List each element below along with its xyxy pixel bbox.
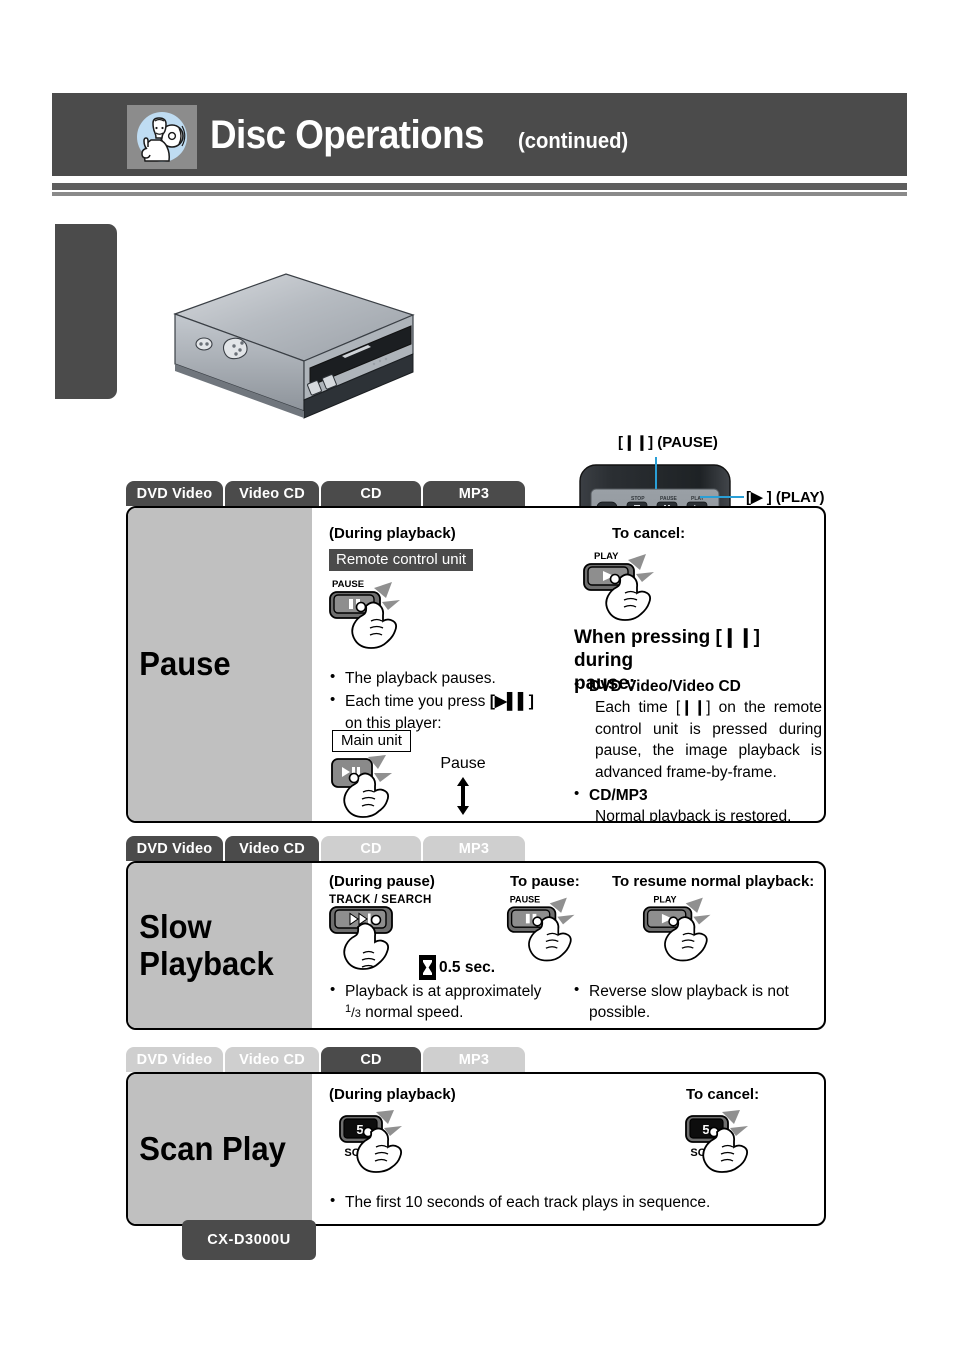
pause-note-item-2-text: Normal playback is restored. xyxy=(595,808,792,823)
panel-slow-body: (During pause) TRACK / SEARCH 0.5 sec. •… xyxy=(312,863,824,1028)
section-title-slow-playback: Slow Playback xyxy=(128,907,274,983)
tab-cd[interactable]: CD xyxy=(321,1047,421,1072)
scan-cancel-button-illustration[interactable]: 5 SCAN xyxy=(684,1110,780,1193)
remote-control-unit-label: Remote control unit xyxy=(329,549,474,571)
scan-col1-heading: (During playback) xyxy=(329,1086,456,1103)
slow-bullet-1: Playback is at approximately 1/3 normal … xyxy=(330,980,560,1024)
header-rule-thin xyxy=(52,192,907,196)
tab-mp3[interactable]: MP3 xyxy=(423,836,525,861)
pause-playback-toggle: Pause Playback xyxy=(420,755,506,821)
scan-note-text: The first 10 seconds of each track plays… xyxy=(330,1191,790,1213)
slow-bullets: Playback is at approximately 1/3 normal … xyxy=(330,980,560,1026)
svg-text:PLAY: PLAY xyxy=(594,551,619,562)
person-pointing-disc-icon xyxy=(127,105,197,169)
illustration-area: [ ▶❙❙ ] xyxy=(0,205,954,667)
tab-mp3[interactable]: MP3 xyxy=(423,481,525,506)
slow-play-button-illustration[interactable]: PLAY xyxy=(640,891,740,976)
panel-slow-title-area: Slow Playback xyxy=(128,863,312,1028)
hourglass-icon xyxy=(419,955,436,980)
scan-col2-heading: To cancel: xyxy=(686,1086,760,1103)
scan-note: The first 10 seconds of each track plays… xyxy=(330,1191,790,1215)
section-title-pause: Pause xyxy=(139,645,231,683)
play-button-illustration[interactable]: PLAY xyxy=(580,548,685,635)
panel-pause: Pause (During playback) Remote control u… xyxy=(126,506,826,823)
tab-mp3[interactable]: MP3 xyxy=(423,1047,525,1072)
toggle-label-pause: Pause xyxy=(440,755,486,772)
pause-note-item-2-title: CD/MP3 xyxy=(589,786,648,804)
tabs-slow-playback: DVD Video Video CD CD MP3 xyxy=(126,836,826,861)
section-title-slow-line2: Playback xyxy=(139,944,274,982)
pause-button-illustration[interactable]: PAUSE xyxy=(326,576,431,663)
svg-text:PLAY: PLAY xyxy=(653,894,676,904)
callout-pause-label: [❙❙] (PAUSE) xyxy=(618,434,718,451)
main-unit-play-pause-illustration[interactable] xyxy=(326,755,426,821)
panel-scan-title-area: Scan Play xyxy=(128,1074,312,1224)
page-title-main: Disc Operations xyxy=(210,113,484,157)
pause-bullet-2: Each time you press [▶▌▌]on this player: xyxy=(330,690,560,734)
slow-col1-heading: (During pause) xyxy=(329,873,435,890)
slow-pause-button-illustration[interactable]: PAUSE xyxy=(504,891,604,976)
pause-col2-heading: To cancel: xyxy=(612,525,686,542)
double-arrow-icon xyxy=(457,777,469,815)
tab-video-cd[interactable]: Video CD xyxy=(225,481,319,506)
tab-dvd-video[interactable]: DVD Video xyxy=(126,1047,223,1072)
pause-bullets: The playback pauses. Each time you press… xyxy=(330,667,560,736)
slow-bullet-1-tail: normal speed. xyxy=(360,1004,464,1022)
tab-video-cd[interactable]: Video CD xyxy=(225,836,319,861)
page-header: Disc Operations (continued) xyxy=(52,93,907,176)
panel-pause-title-area: Pause xyxy=(128,508,312,821)
section-title-slow-line1: Slow xyxy=(139,907,212,945)
slow-note-text: Reverse slow playback is not possible. xyxy=(574,980,814,1024)
page-title: Disc Operations (continued) xyxy=(210,113,638,158)
page-title-continued: (continued) xyxy=(517,128,628,153)
panel-slow-playback: Slow Playback (During pause) TRACK / SEA… xyxy=(126,861,826,1030)
main-unit-illustration xyxy=(128,260,418,450)
slow-col3-heading: To resume normal playback: xyxy=(612,873,815,890)
panel-scan-play: Scan Play (During playback) 5 SCAN xyxy=(126,1072,826,1226)
svg-text:5: 5 xyxy=(356,1122,363,1137)
tab-dvd-video[interactable]: DVD Video xyxy=(126,481,223,506)
main-unit-label: Main unit xyxy=(332,730,411,752)
svg-text:5: 5 xyxy=(702,1122,709,1137)
tab-cd[interactable]: CD xyxy=(321,836,421,861)
scan-button-illustration[interactable]: 5 SCAN xyxy=(338,1110,434,1193)
svg-text:PAUSE: PAUSE xyxy=(332,579,364,590)
pause-note-item-1: DVD Video/Video CD Each time [❙❙] on the… xyxy=(574,675,822,783)
hold-duration-indicator: 0.5 sec. xyxy=(419,955,495,980)
pause-col1-heading: (During playback) xyxy=(329,525,456,542)
slow-bullet-1-line1: Playback is at approximately xyxy=(345,983,542,1000)
tab-cd[interactable]: CD xyxy=(321,481,421,506)
pause-note-heading-line1: When pressing [❙❙] during xyxy=(574,627,760,672)
tabs-scan-play: DVD Video Video CD CD MP3 xyxy=(126,1047,826,1072)
pause-note-item-1-text: Each time [❙❙] on the remote control uni… xyxy=(595,699,822,781)
tab-video-cd[interactable]: Video CD xyxy=(225,1047,319,1072)
model-number-badge: CX-D3000U xyxy=(182,1220,316,1260)
tabs-pause: DVD Video Video CD CD MP3 xyxy=(126,481,826,506)
tab-dvd-video[interactable]: DVD Video xyxy=(126,836,223,861)
svg-text:PAUSE: PAUSE xyxy=(510,894,540,904)
section-slow-playback: DVD Video Video CD CD MP3 Slow Playback … xyxy=(126,836,826,1030)
slow-bullet-1-fraction: 1/3 xyxy=(345,1003,361,1021)
pause-note-item-1-title: DVD Video/Video CD xyxy=(589,678,741,695)
pause-bullet-1: The playback pauses. xyxy=(330,667,560,689)
section-title-scan-play: Scan Play xyxy=(139,1129,286,1167)
slow-note: Reverse slow playback is not possible. xyxy=(574,980,814,1026)
header-rule-thick xyxy=(52,183,907,190)
slow-col2-heading: To pause: xyxy=(510,873,580,890)
section-pause: DVD Video Video CD CD MP3 Pause (During … xyxy=(126,481,826,823)
panel-pause-body: (During playback) Remote control unit PA… xyxy=(312,508,824,821)
pause-note-item-2: CD/MP3 Normal playback is restored. xyxy=(574,784,822,823)
manual-page: Disc Operations (continued) STOP PAUSE P… xyxy=(0,0,954,1351)
panel-scan-body: (During playback) 5 SCAN xyxy=(312,1074,824,1224)
section-scan-play: DVD Video Video CD CD MP3 Scan Play (Dur… xyxy=(126,1047,826,1226)
pause-note-list: DVD Video/Video CD Each time [❙❙] on the… xyxy=(574,675,822,823)
hold-duration-text: 0.5 sec. xyxy=(439,958,496,976)
